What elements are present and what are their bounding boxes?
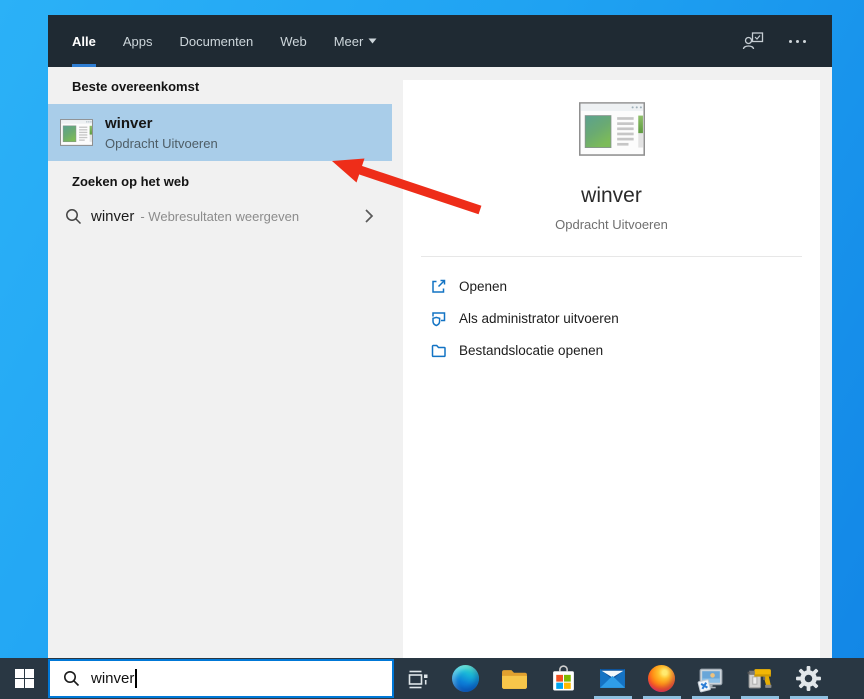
- divider: [421, 256, 802, 257]
- taskbar-app-edge[interactable]: [441, 658, 490, 699]
- search-icon: [66, 208, 82, 224]
- open-file-location-icon: [431, 344, 446, 357]
- open-icon: [432, 279, 446, 293]
- file-explorer-icon: [502, 669, 527, 689]
- action-run-as-admin[interactable]: Als administrator uitvoeren: [403, 302, 820, 334]
- chevron-right-icon[interactable]: [364, 208, 374, 229]
- web-result-description: - Webresultaten weergeven: [140, 208, 300, 224]
- firefox-icon: [648, 665, 675, 692]
- taskbar-app-firefox[interactable]: [637, 658, 686, 699]
- start-button[interactable]: [0, 658, 48, 699]
- search-input-value: winver: [91, 670, 135, 687]
- header-right-icons: [742, 32, 806, 50]
- action-open-file-location-label: Bestandslocatie openen: [459, 342, 604, 358]
- winver-window-icon: [578, 102, 645, 156]
- action-open[interactable]: Openen: [403, 270, 820, 302]
- tab-documenten-label: Documenten: [179, 33, 254, 49]
- taskbar-app-microsoft-store[interactable]: [539, 658, 588, 699]
- remote-app-icon: [697, 668, 722, 692]
- action-list: Openen Als administrator uitvoeren Besta…: [403, 270, 820, 366]
- action-run-as-admin-label: Als administrator uitvoeren: [459, 310, 619, 326]
- preview-app-title: winver: [581, 184, 642, 207]
- web-search-result[interactable]: winver - Webresultaten weergeven: [48, 198, 392, 234]
- taskbar: winver: [0, 658, 864, 699]
- taskbar-app-mail[interactable]: [588, 658, 637, 699]
- taskbar-app-settings[interactable]: [784, 658, 833, 699]
- installer-tool-icon: [747, 668, 771, 688]
- taskbar-app-remote[interactable]: [686, 658, 735, 699]
- search-results-area: Beste overeenkomst winver Opdracht Uitvo…: [48, 67, 832, 658]
- action-open-label: Openen: [459, 278, 508, 294]
- preview-app-subtitle: Opdracht Uitvoeren: [555, 217, 668, 232]
- taskbar-search-input[interactable]: winver: [48, 659, 394, 698]
- search-icon: [64, 671, 80, 687]
- edge-icon: [452, 665, 479, 692]
- web-result-query: winver: [91, 207, 135, 225]
- windows-logo-icon: [14, 669, 34, 688]
- microsoft-store-icon: [553, 665, 574, 691]
- tab-web-label: Web: [280, 33, 307, 49]
- search-filter-bar: Alle Apps Documenten Web Meer: [48, 15, 832, 67]
- more-options-icon[interactable]: [789, 39, 806, 43]
- best-match-text: winver Opdracht Uitvoeren: [105, 115, 218, 151]
- desktop-background: Alle Apps Documenten Web Meer Beste over…: [0, 0, 864, 699]
- settings-gear-icon: [796, 666, 821, 691]
- run-as-admin-icon: [432, 311, 446, 326]
- tab-apps[interactable]: Apps: [123, 15, 153, 67]
- web-search-header: Zoeken op het web: [72, 174, 190, 189]
- windows-search-flyout: Alle Apps Documenten Web Meer Beste over…: [48, 15, 832, 658]
- tab-documenten[interactable]: Documenten: [179, 15, 253, 67]
- text-caret: [135, 669, 137, 688]
- tab-meer-label: Meer: [333, 33, 364, 49]
- tab-alle[interactable]: Alle: [72, 15, 96, 67]
- taskbar-app-installer-tool[interactable]: [735, 658, 784, 699]
- tab-alle-label: Alle: [72, 33, 96, 49]
- task-view-button[interactable]: [394, 658, 441, 699]
- tab-meer[interactable]: Meer: [334, 15, 378, 67]
- taskbar-app-file-explorer[interactable]: [490, 658, 539, 699]
- feedback-account-icon[interactable]: [742, 32, 765, 50]
- task-view-icon: [408, 670, 427, 688]
- winver-window-icon: [60, 119, 93, 146]
- mail-icon: [600, 669, 625, 688]
- tab-web[interactable]: Web: [280, 15, 307, 67]
- best-match-subtitle: Opdracht Uitvoeren: [105, 135, 218, 151]
- tab-apps-label: Apps: [122, 33, 153, 49]
- best-match-header: Beste overeenkomst: [72, 79, 200, 94]
- action-open-file-location[interactable]: Bestandslocatie openen: [403, 334, 820, 366]
- best-match-title: winver: [105, 114, 153, 132]
- best-match-result[interactable]: winver Opdracht Uitvoeren: [48, 104, 392, 161]
- chevron-down-icon: [368, 38, 377, 44]
- preview-panel: winver Opdracht Uitvoeren Openen Als adm…: [403, 80, 820, 658]
